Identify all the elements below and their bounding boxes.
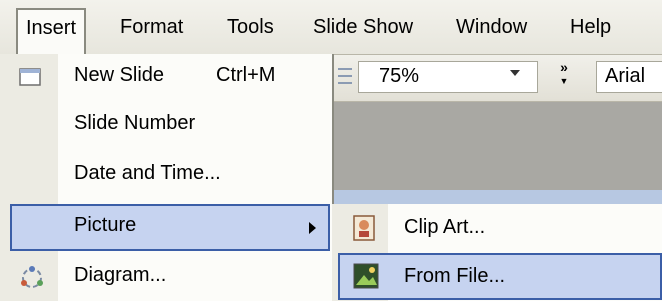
- zoom-combo[interactable]: 75%: [358, 61, 538, 93]
- toolbar-overflow-icon[interactable]: » ▼: [556, 60, 572, 93]
- menu-item-picture[interactable]: Picture: [10, 204, 330, 251]
- diagram-icon: [18, 264, 46, 297]
- zoom-dropdown-icon[interactable]: [510, 70, 520, 76]
- picture-submenu: Clip Art... From File...: [332, 204, 662, 301]
- menu-item-date-time[interactable]: Date and Time...: [0, 152, 330, 199]
- menu-slide-show[interactable]: Slide Show: [305, 9, 421, 45]
- menu-item-diagram[interactable]: Diagram...: [0, 254, 330, 301]
- menu-bar: Insert Format Tools Slide Show Window He…: [0, 0, 662, 55]
- new-slide-icon: [18, 66, 44, 93]
- font-combo[interactable]: Arial: [596, 61, 662, 93]
- menu-window[interactable]: Window: [448, 9, 535, 45]
- submenu-arrow-icon: [309, 222, 316, 234]
- menu-insert[interactable]: Insert: [16, 8, 87, 55]
- from-file-icon: [352, 261, 382, 296]
- menu-format[interactable]: Format: [112, 9, 191, 45]
- insert-menu: New Slide Ctrl+M Slide Number Date and T…: [0, 54, 334, 301]
- zoom-value: 75%: [379, 65, 420, 87]
- submenu-item-clip-art[interactable]: Clip Art...: [332, 204, 662, 251]
- menu-item-slide-number[interactable]: Slide Number: [0, 102, 330, 149]
- clip-art-icon: [352, 214, 376, 247]
- workspace-divider: [330, 102, 662, 190]
- font-value: Arial: [605, 65, 646, 87]
- menu-help[interactable]: Help: [562, 9, 619, 45]
- menu-item-new-slide[interactable]: New Slide Ctrl+M: [0, 54, 330, 101]
- toolbar-grip-icon[interactable]: [338, 63, 354, 93]
- submenu-item-from-file[interactable]: From File...: [338, 253, 662, 300]
- menu-tools[interactable]: Tools: [219, 9, 282, 45]
